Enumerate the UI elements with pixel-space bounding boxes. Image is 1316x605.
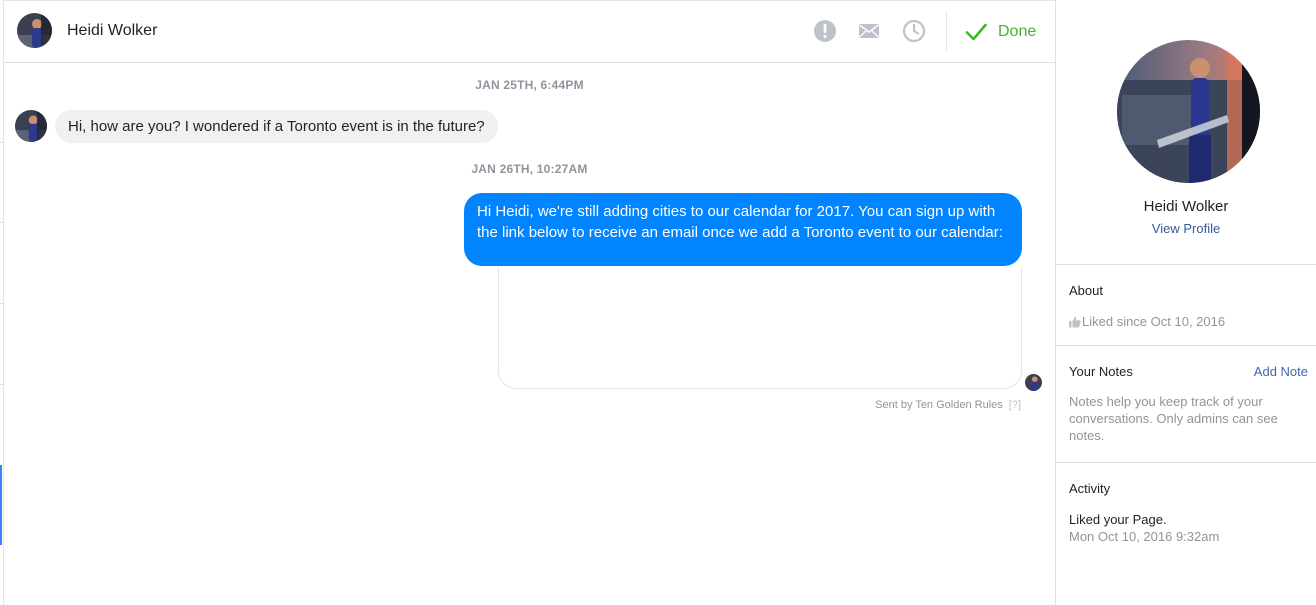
notes-title: Your Notes (1069, 364, 1133, 379)
activity-item: Liked your Page. (1069, 512, 1167, 527)
seen-indicator-avatar (1025, 374, 1042, 391)
about-title: About (1069, 283, 1103, 298)
left-edge-tick (0, 222, 3, 223)
section-divider (1056, 345, 1316, 346)
sent-by-label: Sent by Ten Golden Rules [?] (875, 399, 1021, 411)
left-edge-tick (0, 384, 3, 385)
sent-by-help-link[interactable]: [?] (1009, 399, 1021, 411)
profile-name: Heidi Wolker (1143, 198, 1229, 215)
view-profile-link[interactable]: View Profile (1056, 221, 1316, 236)
section-divider (1056, 462, 1316, 463)
profile-photo[interactable] (1117, 40, 1260, 183)
liked-since: Liked since Oct 10, 2016 (1069, 313, 1225, 330)
left-edge-tick (0, 142, 3, 143)
message-timestamp: JAN 26TH, 10:27AM (471, 162, 588, 176)
done-button[interactable]: Done (964, 19, 1036, 45)
sent-by-text: Sent by Ten Golden Rules (875, 399, 1003, 411)
done-label: Done (998, 23, 1037, 40)
conversation-pane: Heidi Wolker Done JAN 25TH, 6:44PM Hi, h… (4, 0, 1055, 605)
checkmark-icon (965, 23, 987, 41)
sender-avatar (15, 110, 47, 142)
liked-since-text: Liked since Oct 10, 2016 (1082, 314, 1226, 329)
contact-name[interactable]: Heidi Wolker (67, 22, 157, 40)
selected-conversation-indicator (0, 465, 2, 545)
message-timestamp: JAN 25TH, 6:44PM (475, 78, 584, 92)
left-edge-tick (0, 303, 3, 304)
activity-time: Mon Oct 10, 2016 9:32am (1069, 529, 1220, 544)
exclamation-circle-icon[interactable] (813, 19, 837, 43)
link-preview-card[interactable] (498, 267, 1022, 389)
section-divider (1056, 264, 1316, 265)
contact-avatar[interactable] (17, 13, 52, 48)
thumbs-up-icon (1069, 316, 1081, 327)
envelope-icon[interactable] (857, 19, 881, 43)
notes-help-text: Notes help you keep track of your conver… (1069, 394, 1278, 443)
conversation-header: Heidi Wolker Done (4, 1, 1055, 63)
header-divider (946, 11, 947, 51)
outgoing-message-bubble[interactable]: Hi Heidi, we're still adding cities to o… (464, 193, 1022, 266)
add-note-button[interactable]: Add Note (1254, 364, 1308, 379)
incoming-message-bubble[interactable]: Hi, how are you? I wondered if a Toronto… (55, 110, 498, 143)
contact-info-pane: Heidi Wolker View Profile About Liked si… (1055, 0, 1316, 605)
activity-title: Activity (1069, 481, 1111, 496)
clock-icon[interactable] (902, 19, 926, 43)
